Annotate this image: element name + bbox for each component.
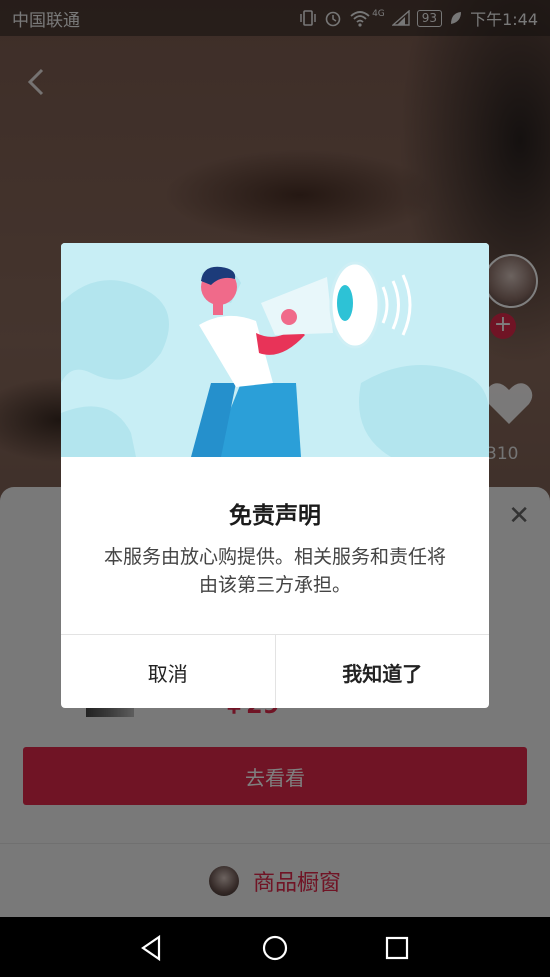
- cancel-button[interactable]: 取消: [61, 635, 276, 708]
- nav-home-icon[interactable]: [260, 933, 290, 963]
- nav-back-icon[interactable]: [137, 933, 167, 963]
- dialog-body: 本服务由放心购提供。相关服务和责任将由该第三方承担。: [103, 546, 446, 596]
- disclaimer-dialog: 免责声明 本服务由放心购提供。相关服务和责任将由该第三方承担。 取消 我知道了: [61, 243, 489, 708]
- nav-recents-icon[interactable]: [382, 933, 412, 963]
- megaphone-illustration: [61, 243, 489, 457]
- dialog-title: 免责声明: [229, 503, 321, 529]
- confirm-button[interactable]: 我知道了: [276, 635, 490, 708]
- dialog-actions: 取消 我知道了: [61, 634, 489, 708]
- navigation-bar: [0, 917, 550, 977]
